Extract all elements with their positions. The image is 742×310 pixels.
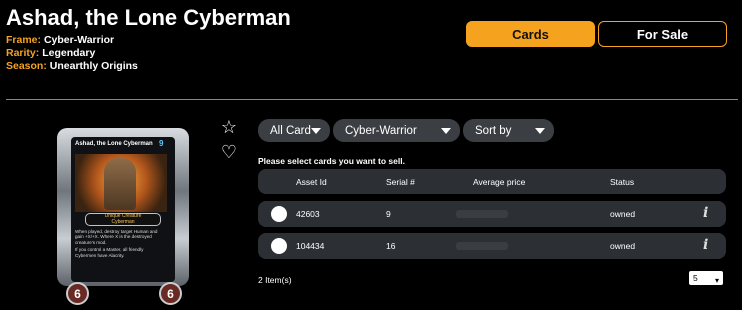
- header-asset-id: Asset Id: [296, 177, 327, 187]
- card-type-sub: Cyberman: [111, 218, 135, 225]
- status: owned: [610, 241, 636, 251]
- status: owned: [610, 209, 636, 219]
- frame-info: Frame: Cyber-Warrior: [6, 34, 114, 46]
- average-price-blurred: [456, 210, 508, 218]
- card-health: 6: [159, 282, 182, 305]
- info-icon[interactable]: i: [703, 205, 708, 221]
- rarity-label: Rarity:: [6, 47, 40, 59]
- card-name: Ashad, the Lone Cyberman: [75, 141, 153, 147]
- card-cost: 9: [159, 139, 164, 148]
- filter-sort-by[interactable]: Sort by: [463, 119, 554, 142]
- heart-icon[interactable]: ♡: [220, 143, 238, 161]
- filter-all-card-label: All Card: [270, 124, 311, 137]
- table-row[interactable]: 42603 9 owned i: [258, 201, 726, 227]
- rarity-info: Rarity: Legendary: [6, 47, 95, 59]
- frame-label: Frame:: [6, 34, 42, 46]
- header-status: Status: [610, 177, 635, 187]
- asset-id: 104434: [296, 241, 325, 251]
- season-value: Unearthly Origins: [49, 60, 138, 72]
- table-header: Asset Id Serial # Average price Status: [258, 169, 726, 194]
- header-average-price: Average price: [473, 177, 526, 187]
- chevron-down-icon: ▾: [714, 276, 719, 285]
- filter-frame[interactable]: Cyber-Warrior: [333, 119, 460, 142]
- card-rules-text: When played, destroy target Human and ga…: [75, 229, 163, 258]
- rarity-value: Legendary: [42, 47, 96, 59]
- season-label: Season:: [6, 60, 47, 72]
- header-serial: Serial #: [386, 177, 415, 187]
- row-select-radio[interactable]: [271, 238, 287, 254]
- serial-number: 9: [386, 209, 391, 219]
- tab-for-sale[interactable]: For Sale: [598, 21, 727, 47]
- table-row[interactable]: 104434 16 owned i: [258, 233, 726, 259]
- page-title: Ashad, the Lone Cyberman: [6, 5, 291, 30]
- divider: [6, 99, 738, 100]
- serial-number: 16: [386, 241, 396, 251]
- filter-sort-label: Sort by: [475, 124, 512, 137]
- per-page-select[interactable]: 5 ▾: [689, 271, 723, 285]
- season-info: Season: Unearthly Origins: [6, 60, 138, 72]
- chevron-down-icon: [311, 128, 321, 134]
- row-select-radio[interactable]: [271, 206, 287, 222]
- card-art-figure: [104, 158, 136, 210]
- card-attack: 6: [66, 282, 89, 305]
- frame-value: Cyber-Warrior: [43, 34, 115, 46]
- filter-frame-label: Cyber-Warrior: [345, 124, 417, 137]
- card-image: Ashad, the Lone Cyberman 9 Unique Creatu…: [57, 128, 189, 303]
- chevron-down-icon: [441, 128, 451, 134]
- info-icon[interactable]: i: [703, 237, 708, 253]
- card-type-line: Unique Creature Cyberman: [85, 213, 161, 226]
- card-rules-text-2: If you control a Master, all friendly Cy…: [75, 247, 144, 258]
- chevron-down-icon: [535, 128, 545, 134]
- star-icon[interactable]: ☆: [220, 118, 238, 136]
- tab-cards[interactable]: Cards: [466, 21, 595, 47]
- select-instruction: Please select cards you want to sell.: [258, 156, 405, 166]
- average-price-blurred: [456, 242, 508, 250]
- asset-id: 42603: [296, 209, 320, 219]
- items-count: 2 Item(s): [258, 275, 292, 285]
- card-rules-text-1: When played, destroy target Human and ga…: [75, 229, 158, 245]
- filter-all-card[interactable]: All Card: [258, 119, 330, 142]
- per-page-value: 5: [693, 273, 698, 283]
